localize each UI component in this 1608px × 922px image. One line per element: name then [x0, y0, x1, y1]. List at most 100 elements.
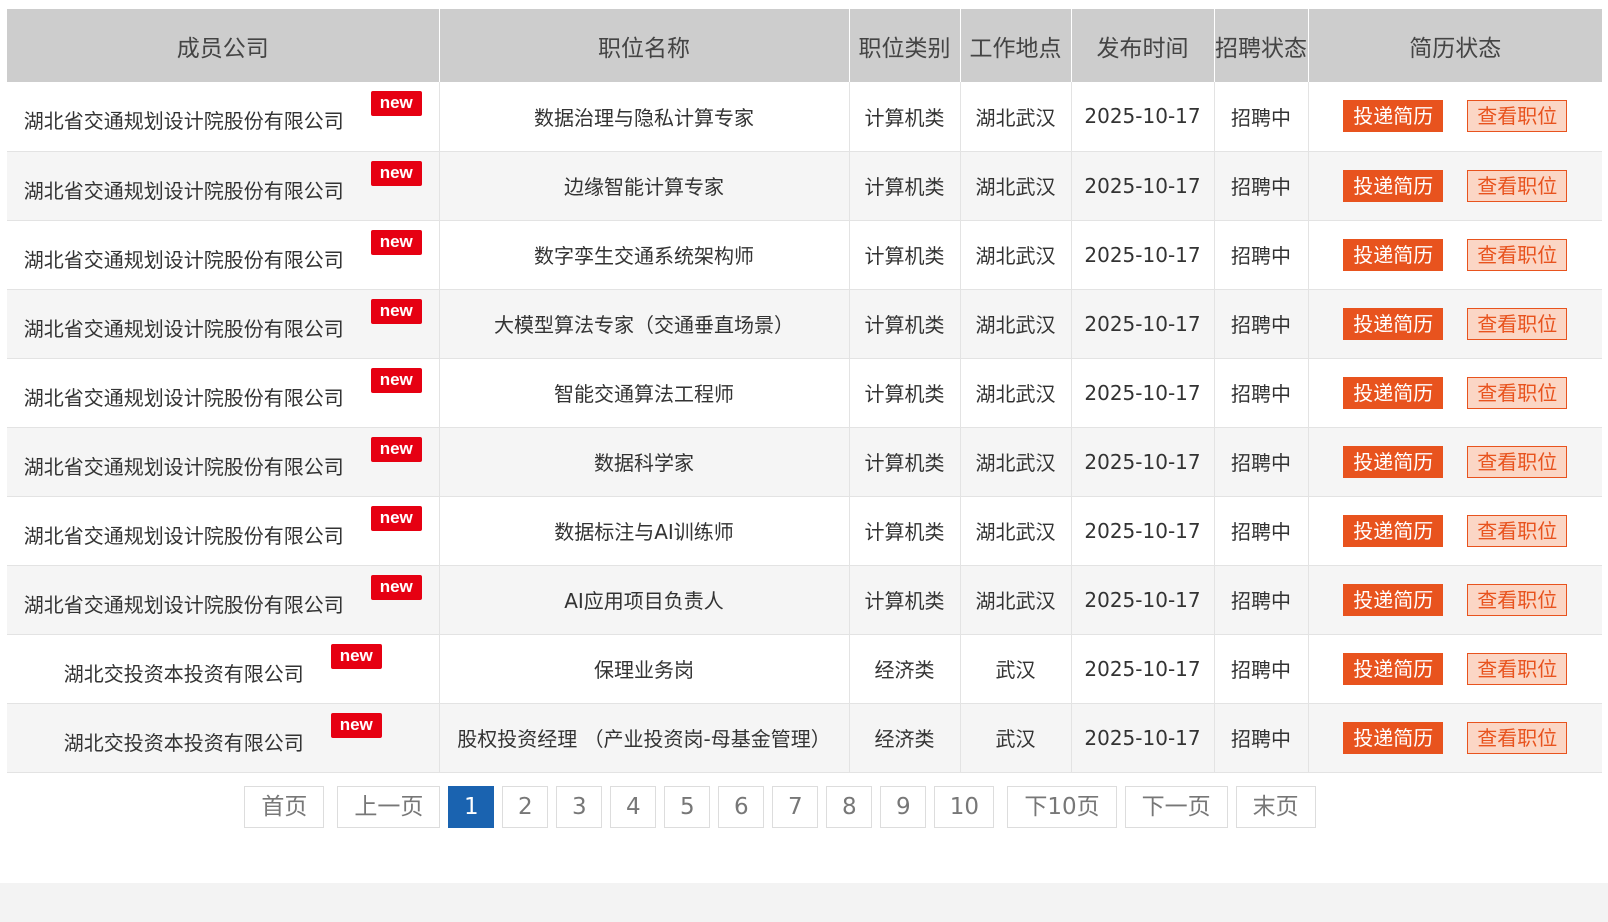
new-badge: new	[330, 712, 382, 738]
submit-resume-button[interactable]: 投递简历	[1343, 721, 1444, 754]
prev-page-button[interactable]: 上一页	[337, 786, 441, 828]
publish-date: 2025-10-17	[1071, 220, 1215, 290]
company-name: 湖北省交通规划设计院股份有限公司	[23, 178, 344, 203]
recruit-status: 招聘中	[1214, 289, 1309, 359]
view-position-button[interactable]: 查看职位	[1467, 169, 1568, 202]
page-1-button[interactable]: 1	[448, 786, 495, 828]
pagination: 首页 上一页 1 2 3 4 5 6 7 8 9 10 下10页 下一页 末页	[0, 786, 1568, 828]
page-2-button[interactable]: 2	[502, 786, 549, 828]
company-wrap: 湖北省交通规划设计院股份有限公司 new	[24, 91, 422, 131]
recruit-status: 招聘中	[1214, 151, 1309, 221]
position-title: 股权投资经理 （产业投资岗-母基金管理）	[439, 703, 850, 773]
new-badge: new	[370, 367, 422, 393]
view-position-button[interactable]: 查看职位	[1467, 100, 1568, 133]
new-badge: new	[330, 643, 382, 669]
header-location: 工作地点	[960, 9, 1072, 82]
recruit-status: 招聘中	[1214, 703, 1309, 773]
work-location: 武汉	[960, 703, 1072, 773]
next-10-pages-button[interactable]: 下10页	[1007, 786, 1117, 828]
view-position-button[interactable]: 查看职位	[1467, 307, 1568, 340]
resume-actions: 投递简历 查看职位	[1308, 289, 1602, 359]
new-badge: new	[370, 505, 422, 531]
work-location: 湖北武汉	[960, 220, 1072, 290]
page-10-button[interactable]: 10	[934, 786, 995, 828]
work-location: 湖北武汉	[960, 565, 1072, 635]
view-position-button[interactable]: 查看职位	[1467, 721, 1568, 754]
publish-date: 2025-10-17	[1071, 634, 1215, 704]
position-category: 经济类	[849, 634, 961, 704]
recruit-status: 招聘中	[1214, 565, 1309, 635]
table-row: 湖北省交通规划设计院股份有限公司 new 数字孪生交通系统架构师 计算机类 湖北武汉 20…	[7, 220, 1602, 290]
recruit-status: 招聘中	[1214, 634, 1309, 704]
position-category: 计算机类	[849, 151, 961, 221]
page-8-button[interactable]: 8	[826, 786, 873, 828]
header-publish-date: 发布时间	[1071, 9, 1215, 82]
submit-resume-button[interactable]: 投递简历	[1343, 514, 1444, 547]
submit-resume-button[interactable]: 投递简历	[1343, 376, 1444, 409]
view-position-button[interactable]: 查看职位	[1467, 376, 1568, 409]
recruit-status: 招聘中	[1214, 427, 1309, 497]
submit-resume-button[interactable]: 投递简历	[1343, 307, 1444, 340]
submit-resume-button[interactable]: 投递简历	[1343, 445, 1444, 478]
new-badge: new	[370, 436, 422, 462]
view-position-button[interactable]: 查看职位	[1467, 514, 1568, 547]
page-5-button[interactable]: 5	[664, 786, 711, 828]
recruit-status: 招聘中	[1214, 82, 1309, 152]
company-name: 湖北省交通规划设计院股份有限公司	[23, 316, 344, 341]
last-page-button[interactable]: 末页	[1235, 786, 1316, 828]
publish-date: 2025-10-17	[1071, 151, 1215, 221]
page-3-button[interactable]: 3	[556, 786, 603, 828]
submit-resume-button[interactable]: 投递简历	[1343, 583, 1444, 616]
company-wrap: 湖北省交通规划设计院股份有限公司 new	[23, 367, 422, 410]
page-7-button[interactable]: 7	[772, 786, 819, 828]
position-title: 数字孪生交通系统架构师	[439, 220, 850, 290]
submit-resume-button[interactable]: 投递简历	[1343, 652, 1444, 685]
view-position-button[interactable]: 查看职位	[1467, 583, 1568, 616]
company-name: 湖北省交通规划设计院股份有限公司	[23, 385, 344, 410]
resume-actions: 投递简历 查看职位	[1308, 427, 1602, 497]
table-row: 湖北省交通规划设计院股份有限公司 new 数据科学家 计算机类 湖北武汉 2025-10-…	[7, 427, 1602, 497]
submit-resume-button[interactable]: 投递简历	[1343, 100, 1444, 133]
company-name: 湖北省交通规划设计院股份有限公司	[23, 247, 344, 272]
company-cell: 湖北省交通规划设计院股份有限公司 new	[7, 427, 440, 497]
new-badge: new	[370, 160, 422, 186]
position-category: 计算机类	[849, 565, 961, 635]
table-row: 湖北省交通规划设计院股份有限公司 new 数据标注与AI训练师 计算机类 湖北武汉 202…	[7, 496, 1602, 566]
header-resume-status: 简历状态	[1308, 9, 1602, 82]
table-row: 湖北省交通规划设计院股份有限公司 new 边缘智能计算专家 计算机类 湖北武汉 2025-…	[7, 151, 1602, 221]
page-4-button[interactable]: 4	[610, 786, 657, 828]
work-location: 湖北武汉	[960, 82, 1072, 152]
publish-date: 2025-10-17	[1071, 565, 1215, 635]
company-wrap: 湖北交投资本投资有限公司 new	[63, 643, 382, 686]
table-header-row: 成员公司 职位名称 职位类别 工作地点 发布时间 招聘状态 简历状态	[7, 9, 1602, 82]
company-wrap: 湖北省交通规划设计院股份有限公司 new	[23, 505, 422, 548]
position-category: 计算机类	[849, 82, 961, 152]
position-category: 计算机类	[849, 220, 961, 290]
resume-actions: 投递简历 查看职位	[1308, 82, 1602, 152]
new-badge: new	[370, 91, 422, 117]
table-row: 湖北省交通规划设计院股份有限公司 new AI应用项目负责人 计算机类 湖北武汉 2025…	[7, 565, 1602, 635]
company-name: 湖北交投资本投资有限公司	[63, 661, 304, 686]
work-location: 武汉	[960, 634, 1072, 704]
page-6-button[interactable]: 6	[718, 786, 765, 828]
submit-resume-button[interactable]: 投递简历	[1343, 169, 1444, 202]
position-category: 计算机类	[849, 358, 961, 428]
position-category: 计算机类	[849, 496, 961, 566]
first-page-button[interactable]: 首页	[244, 786, 325, 828]
recruit-status: 招聘中	[1214, 358, 1309, 428]
view-position-button[interactable]: 查看职位	[1467, 238, 1568, 271]
page-9-button[interactable]: 9	[880, 786, 927, 828]
company-wrap: 湖北省交通规划设计院股份有限公司 new	[23, 229, 422, 272]
publish-date: 2025-10-17	[1071, 496, 1215, 566]
resume-actions: 投递简历 查看职位	[1308, 496, 1602, 566]
company-name: 湖北省交通规划设计院股份有限公司	[23, 523, 344, 548]
table-row: 湖北省交通规划设计院股份有限公司 new 智能交通算法工程师 计算机类 湖北武汉 2025…	[7, 358, 1602, 428]
resume-actions: 投递简历 查看职位	[1308, 565, 1602, 635]
next-page-button[interactable]: 下一页	[1124, 786, 1228, 828]
table-row: 湖北交投资本投资有限公司 new 股权投资经理 （产业投资岗-母基金管理） 经济类 武汉…	[7, 703, 1602, 773]
view-position-button[interactable]: 查看职位	[1467, 445, 1568, 478]
position-title: 数据科学家	[439, 427, 850, 497]
company-wrap: 湖北交投资本投资有限公司 new	[64, 712, 382, 753]
view-position-button[interactable]: 查看职位	[1467, 652, 1568, 685]
submit-resume-button[interactable]: 投递简历	[1343, 238, 1444, 271]
